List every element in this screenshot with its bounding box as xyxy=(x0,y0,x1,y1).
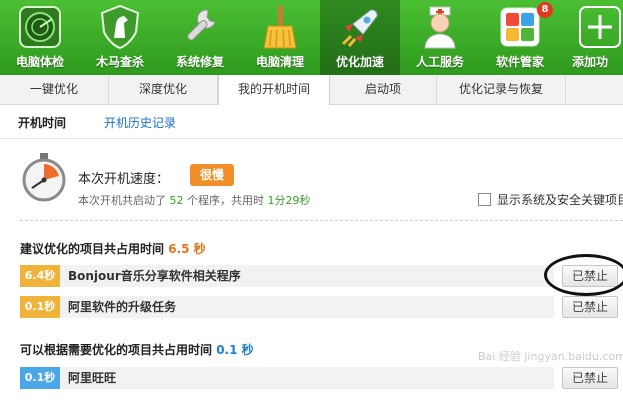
disabled-button[interactable]: 已禁止 xyxy=(562,265,618,287)
tool-software-manager[interactable]: 8 软件管家 xyxy=(480,0,560,75)
time-tag: 6.4秒 xyxy=(20,265,60,287)
time-tag: 0.1秒 xyxy=(20,296,60,318)
disabled-button[interactable]: 已禁止 xyxy=(562,296,618,318)
tool-label: 人工服务 xyxy=(415,55,464,69)
tool-add-feature[interactable]: 添加功 xyxy=(560,0,623,75)
optional-section-title: 可以根据需要优化的项目共占用时间 0.1 秒 xyxy=(20,341,254,358)
tool-pc-cleanup[interactable]: 电脑清理 xyxy=(240,0,320,75)
tool-label: 电脑体检 xyxy=(15,55,64,69)
summary-prefix: 本次开机共启动了 xyxy=(78,194,166,207)
tool-label: 系统修复 xyxy=(175,55,224,69)
tab-optimize-history[interactable]: 优化记录与恢复 xyxy=(437,75,566,104)
tab-deep-optimize[interactable]: 深度优化 xyxy=(109,75,218,104)
disabled-button[interactable]: 已禁止 xyxy=(562,367,618,389)
tool-label: 添加功 xyxy=(572,55,609,69)
tool-system-repair[interactable]: 系统修复 xyxy=(160,0,240,75)
subtab-boot-time[interactable]: 开机时间 xyxy=(18,114,66,131)
section-time: 6.5 秒 xyxy=(168,242,206,256)
tab-one-click-optimize[interactable]: 一键优化 xyxy=(0,75,109,104)
boot-speed-rating-badge: 很慢 xyxy=(190,164,235,186)
boot-speed-title: 本次开机速度： xyxy=(78,172,170,187)
checkbox-label: 显示系统及安全关键项目 xyxy=(497,193,623,207)
section-prefix: 建议优化的项目共占用时间 xyxy=(20,242,165,256)
list-item: 0.1秒 阿里旺旺 xyxy=(20,367,554,389)
boot-duration: 1分29秒 xyxy=(267,194,311,207)
checkbox[interactable] xyxy=(478,193,491,206)
boot-subtabs: 开机时间 开机历史记录 xyxy=(0,105,623,139)
tool-label: 优化加速 xyxy=(335,55,384,69)
plus-icon xyxy=(579,6,621,48)
tool-label: 电脑清理 xyxy=(255,55,304,69)
section-time: 0.1 秒 xyxy=(216,343,254,357)
doctor-icon xyxy=(424,6,456,49)
watermark: Bai 经验 jingyan.baidu.com xyxy=(478,350,623,363)
rocket-icon xyxy=(341,9,378,47)
list-item: 6.4秒 Bonjour音乐分享软件相关程序 xyxy=(20,265,554,287)
tool-optimize-speedup[interactable]: 优化加速 xyxy=(320,0,400,75)
divider xyxy=(20,220,623,221)
list-item: 0.1秒 阿里软件的升级任务 xyxy=(20,296,554,318)
tool-label: 软件管家 xyxy=(495,55,544,69)
wrench-icon xyxy=(187,9,216,41)
recommended-section-title: 建议优化的项目共占用时间 6.5 秒 xyxy=(20,240,206,257)
show-system-items-toggle[interactable]: 显示系统及安全关键项目 xyxy=(478,191,623,208)
summary-middle: 个程序，共用时 xyxy=(187,194,264,207)
optimize-tabs: 一键优化 深度优化 我的开机时间 启动项 优化记录与恢复 xyxy=(0,75,623,105)
tool-trojan-scan[interactable]: 木马查杀 xyxy=(80,0,160,75)
subtab-boot-history-link[interactable]: 开机历史记录 xyxy=(104,114,176,131)
program-count: 52 xyxy=(169,194,184,207)
tab-my-boot-time[interactable]: 我的开机时间 xyxy=(218,75,330,105)
main-toolbar: 电脑体检 木马查杀 系统修复 电脑清理 优化加速 人工服务 8 软件管家 添加功 xyxy=(0,0,623,75)
broom-icon xyxy=(263,6,297,49)
time-tag: 0.1秒 xyxy=(20,367,60,389)
horse-shield-icon xyxy=(100,4,140,50)
stopwatch-icon xyxy=(22,153,66,202)
tab-startup-items[interactable]: 启动项 xyxy=(330,75,437,104)
item-name: 阿里旺旺 xyxy=(68,371,117,385)
item-name: Bonjour音乐分享软件相关程序 xyxy=(68,269,241,283)
radar-icon xyxy=(19,6,61,48)
item-name: 阿里软件的升级任务 xyxy=(68,300,177,314)
boot-summary-text: 本次开机共启动了 52 个程序，共用时 1分29秒 xyxy=(78,192,311,208)
section-prefix: 可以根据需要优化的项目共占用时间 xyxy=(20,343,213,357)
tool-label: 木马查杀 xyxy=(95,55,144,69)
tool-manual-service[interactable]: 人工服务 xyxy=(400,0,480,75)
tool-pc-checkup[interactable]: 电脑体检 xyxy=(0,0,80,75)
notification-badge: 8 xyxy=(537,2,553,18)
